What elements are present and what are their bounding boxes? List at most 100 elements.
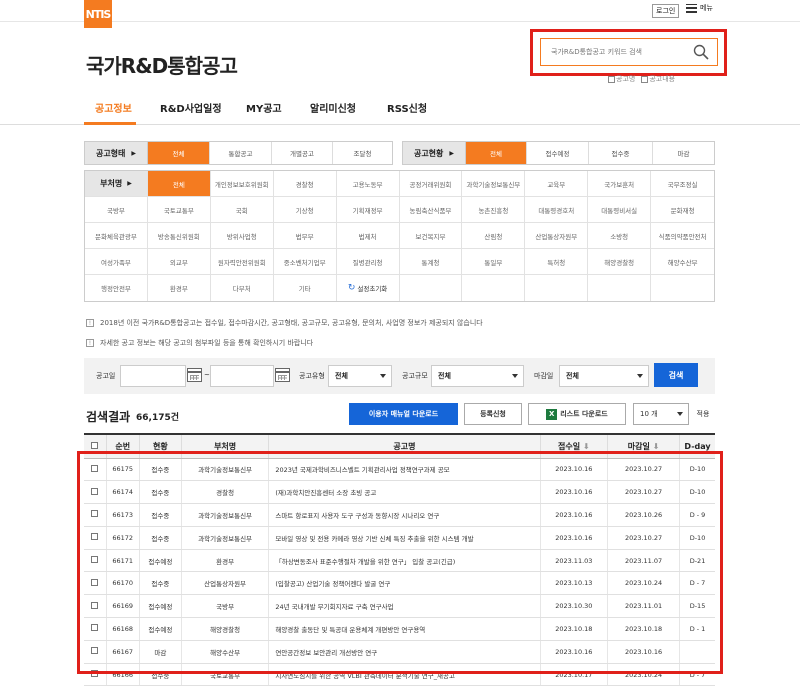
calendar-icon[interactable] — [187, 368, 202, 382]
department-option[interactable]: 국방부 — [85, 197, 148, 222]
department-option[interactable]: 농림축산식품부 — [400, 197, 463, 222]
reset-filters-button[interactable]: ↻ 설정초기화 — [337, 275, 400, 301]
tab-my-announcements[interactable]: MY공고 — [246, 100, 310, 123]
checkbox-icon[interactable] — [91, 556, 99, 564]
select-all-checkbox-cell[interactable] — [84, 433, 107, 459]
department-option[interactable]: 질병관리청 — [337, 249, 400, 274]
department-option[interactable]: 통일부 — [462, 249, 526, 274]
department-option[interactable]: 기상청 — [274, 197, 337, 222]
row-title[interactable]: 지자연도심시를 위한 공역 VLBI 관측데이터 분석기술 연구_재공고 — [268, 663, 541, 687]
row-title[interactable]: 연안공간정보 보안관리 개선방안 연구 — [268, 640, 541, 664]
row-checkbox-cell[interactable] — [84, 503, 107, 527]
department-option[interactable]: 기타 — [274, 275, 337, 301]
table-row[interactable]: 66168 접수예정 해양경찰청 해양경찰 출동단 및 특공대 운용체계 개편방안 연… — [84, 617, 715, 641]
department-option[interactable]: 행정안전부 — [85, 275, 148, 301]
apply-button[interactable]: 적용 — [691, 403, 715, 425]
row-title[interactable]: 해양경찰 출동단 및 특공대 운용체계 개편방안 연구용역 — [268, 617, 541, 641]
table-row[interactable]: 66167 마감 해양수산부 연안공간정보 보안관리 개선방안 연구 2023.10.1… — [84, 640, 715, 664]
search-option-title[interactable]: 공고명 — [608, 74, 635, 84]
department-option[interactable]: 특허청 — [525, 249, 589, 274]
department-option[interactable]: 교육부 — [525, 171, 589, 196]
login-button[interactable]: 로그인 — [652, 4, 680, 18]
department-option[interactable]: 개인정보보호위원회 — [211, 171, 274, 196]
department-option[interactable]: 중소벤처기업부 — [274, 249, 337, 274]
row-checkbox-cell[interactable] — [84, 549, 107, 573]
status-option-all[interactable]: 전체 — [466, 142, 527, 164]
checkbox-icon[interactable] — [91, 464, 99, 472]
row-checkbox-cell[interactable] — [84, 640, 107, 664]
table-row[interactable]: 66171 접수예정 환경부 「하상변동조사 표준수행절차 개발을 위한 연구」 입찰… — [84, 549, 715, 573]
row-title[interactable]: (입찰공고) 산업기술 정책어젠다 발굴 연구 — [268, 571, 541, 596]
row-checkbox-cell[interactable] — [84, 458, 107, 482]
row-checkbox-cell[interactable] — [84, 480, 107, 505]
table-row[interactable]: 66173 접수중 과학기술정보통신부 스마트 항로표지 사용자 도구 구성과 동향시… — [84, 503, 715, 527]
checkbox-icon[interactable] — [91, 647, 99, 655]
department-option[interactable]: 원자력안전위원회 — [211, 249, 274, 274]
checkbox-icon[interactable] — [91, 670, 99, 678]
checkbox-icon[interactable] — [91, 578, 99, 586]
search-input[interactable] — [551, 45, 691, 59]
status-option-accepting[interactable]: 접수중 — [589, 142, 653, 164]
department-option[interactable]: 법무부 — [274, 223, 337, 248]
status-option-closed[interactable]: 마감 — [653, 142, 714, 164]
department-option[interactable]: 국토교통부 — [148, 197, 211, 222]
department-option[interactable]: 대통령경호처 — [525, 197, 589, 222]
checkbox-icon[interactable] — [91, 533, 99, 541]
row-checkbox-cell[interactable] — [84, 526, 107, 550]
department-option[interactable]: 법제처 — [337, 223, 400, 248]
register-request-button[interactable]: 등록신청 — [464, 403, 522, 425]
table-row[interactable]: 66166 접수중 국토교통부 지자연도심시를 위한 공역 VLBI 관측데이터 분석… — [84, 663, 715, 687]
checkbox-icon[interactable] — [91, 624, 99, 632]
row-title[interactable]: 모바일 영상 및 전용 카메라 영상 기반 신체 특징 추출을 위한 시스템 개… — [268, 526, 541, 550]
tab-notification[interactable]: 알리미신청 — [310, 100, 387, 123]
department-option[interactable]: 국회 — [211, 197, 274, 222]
deadline-select[interactable]: 전체 — [559, 365, 649, 387]
type-option-all[interactable]: 전체 — [148, 142, 210, 164]
department-option[interactable]: 해양경찰청 — [588, 249, 652, 274]
row-title[interactable]: 「하상변동조사 표준수행절차 개발을 위한 연구」 입찰 공고(긴급) — [268, 549, 541, 573]
search-option-content[interactable]: 공고내용 — [641, 74, 675, 84]
checkbox-icon[interactable] — [91, 510, 99, 518]
type-option-individual[interactable]: 개별공고 — [272, 142, 333, 164]
department-option[interactable]: 경찰청 — [274, 171, 337, 196]
type-option-integrated[interactable]: 통합공고 — [210, 142, 272, 164]
row-title[interactable]: 2023년 국제과학비즈니스벨트 기획관리사업 정책연구과제 공모 — [268, 458, 541, 482]
announce-type-select[interactable]: 전체 — [328, 365, 392, 387]
department-option[interactable]: 농촌진흥청 — [462, 197, 526, 222]
type-option-procurement[interactable]: 조달청 — [333, 142, 392, 164]
row-title[interactable]: (재)과학치안진흥센터 소장 초빙 공고 — [268, 480, 541, 505]
table-row[interactable]: 66169 접수예정 국방부 24년 국내개발 무기회지자료 구축 연구사업 2023.… — [84, 594, 715, 619]
department-option[interactable]: 전체 — [147, 171, 211, 196]
department-option[interactable]: 여성가족부 — [85, 249, 148, 274]
table-row[interactable]: 66175 접수중 과학기술정보통신부 2023년 국제과학비즈니스벨트 기획관리사업… — [84, 458, 715, 482]
department-option[interactable]: 기획재정부 — [337, 197, 400, 222]
department-option[interactable]: 통계청 — [400, 249, 463, 274]
department-option[interactable]: 국가보훈처 — [588, 171, 652, 196]
checkbox-icon[interactable] — [91, 441, 99, 449]
menu-button[interactable]: 메뉴 — [686, 3, 713, 13]
checkbox-icon[interactable] — [91, 487, 99, 495]
search-button[interactable]: 검색 — [654, 363, 698, 387]
column-start-date[interactable]: 접수일 ⬇ — [540, 433, 609, 459]
department-option[interactable]: 방위사업청 — [211, 223, 274, 248]
department-option[interactable]: 해양수산부 — [651, 249, 714, 274]
calendar-icon[interactable] — [275, 368, 290, 382]
search-icon[interactable] — [693, 44, 709, 60]
department-option[interactable]: 공정거래위원회 — [400, 171, 463, 196]
row-checkbox-cell[interactable] — [84, 571, 107, 596]
status-option-upcoming[interactable]: 접수예정 — [527, 142, 589, 164]
department-option[interactable]: 보건복지부 — [400, 223, 463, 248]
table-row[interactable]: 66170 접수중 산업통상자원부 (입찰공고) 산업기술 정책어젠다 발굴 연구 20… — [84, 571, 715, 596]
page-size-select[interactable]: 10 개 — [633, 403, 689, 425]
tab-rnd-schedule[interactable]: R&D사업일정 — [160, 100, 246, 123]
department-option[interactable]: 산업통상자원부 — [525, 223, 589, 248]
tab-rss[interactable]: RSS신청 — [387, 100, 447, 123]
announce-scale-select[interactable]: 전체 — [431, 365, 524, 387]
row-title[interactable]: 24년 국내개발 무기회지자료 구축 연구사업 — [268, 594, 541, 619]
department-option[interactable]: 고용노동부 — [337, 171, 400, 196]
column-end-date[interactable]: 마감일 ⬇ — [607, 433, 681, 459]
ntis-logo[interactable]: NTIS — [84, 0, 112, 28]
department-option[interactable]: 국무조정실 — [651, 171, 714, 196]
department-option[interactable]: 과학기술정보통신부 — [462, 171, 526, 196]
list-download-button[interactable]: X 리스트 다운로드 — [528, 403, 626, 425]
